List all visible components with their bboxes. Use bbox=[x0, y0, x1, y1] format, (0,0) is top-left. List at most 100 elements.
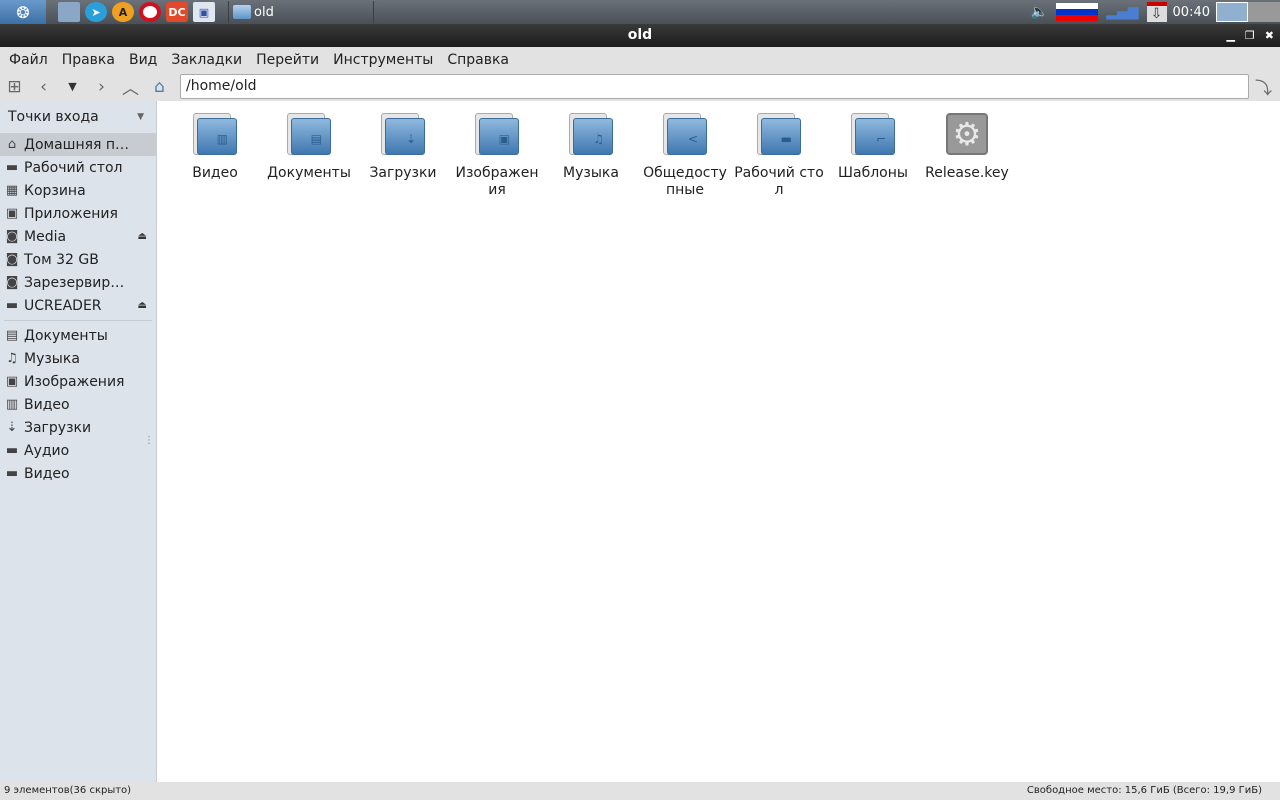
sidebar-item-label: Аудио bbox=[24, 442, 70, 459]
sidebar-item-label: Корзина bbox=[24, 182, 86, 199]
history-dropdown-icon[interactable]: ▼ bbox=[58, 80, 87, 93]
sidebar-item[interactable]: ▬ UCREADER ⏏ bbox=[0, 294, 156, 317]
place-icon: ◙ bbox=[5, 252, 19, 267]
sidebar-item-label: Документы bbox=[24, 327, 108, 344]
sidebar-item[interactable]: ◙ Том 32 GB bbox=[0, 248, 156, 271]
place-icon: ▥ bbox=[5, 397, 19, 412]
clock[interactable]: 00:40 bbox=[1173, 5, 1210, 20]
menu-edit[interactable]: Правка bbox=[55, 52, 122, 68]
up-icon[interactable]: ︿ bbox=[116, 74, 145, 99]
aimp-launcher-icon[interactable]: A bbox=[112, 2, 134, 22]
file-item[interactable]: ▥ Видео bbox=[168, 110, 262, 199]
file-item[interactable]: < Общедоступные bbox=[638, 110, 732, 199]
close-icon[interactable]: ✖ bbox=[1265, 24, 1274, 47]
minimize-icon[interactable]: ▁ bbox=[1226, 24, 1234, 47]
sidebar-item-label: Видео bbox=[24, 396, 70, 413]
status-bar: 9 элементов(36 скрыто) Свободное место: … bbox=[0, 782, 1280, 800]
file-item[interactable]: ▣ Изображения bbox=[450, 110, 544, 199]
menu-view[interactable]: Вид bbox=[122, 52, 164, 68]
file-item[interactable]: ▤ Документы bbox=[262, 110, 356, 199]
file-name: Шаблоны bbox=[838, 165, 908, 181]
dc-launcher-icon[interactable]: DC bbox=[166, 2, 188, 22]
folder-icon: ▣ bbox=[473, 110, 521, 158]
eject-icon[interactable]: ⏏ bbox=[138, 300, 147, 311]
place-icon: ▣ bbox=[5, 206, 19, 221]
sidebar-item[interactable]: ◙ Media ⏏ bbox=[0, 225, 156, 248]
folder-icon: ▬ bbox=[755, 110, 803, 158]
resize-handle[interactable]: ⋮ bbox=[144, 435, 154, 446]
menu-bookmarks[interactable]: Закладки bbox=[164, 52, 249, 68]
file-item[interactable]: ⇣ Загрузки bbox=[356, 110, 450, 199]
file-item[interactable]: ♫ Музыка bbox=[544, 110, 638, 199]
folder-icon: < bbox=[661, 110, 709, 158]
sidebar-item-label: Том 32 GB bbox=[24, 251, 99, 268]
maximize-icon[interactable]: ❐ bbox=[1245, 24, 1255, 47]
sidebar-item[interactable]: ♫ Музыка bbox=[0, 347, 156, 370]
start-menu-button[interactable]: ❂ bbox=[0, 0, 46, 24]
taskbar-window-old[interactable]: old bbox=[228, 1, 374, 23]
place-icon: ▬ bbox=[5, 160, 19, 175]
forward-icon[interactable]: › bbox=[87, 77, 116, 97]
sidebar-item-label: Приложения bbox=[24, 205, 118, 222]
sidebar-item[interactable]: ▬ Рабочий стол bbox=[0, 156, 156, 179]
window-title: old bbox=[627, 27, 653, 43]
menu-bar: Файл Правка Вид Закладки Перейти Инструм… bbox=[0, 47, 1280, 72]
divider bbox=[4, 320, 152, 321]
workspace-1[interactable] bbox=[1216, 2, 1248, 22]
file-name: Release.key bbox=[925, 165, 1009, 181]
sidebar-item-label: Домашняя п… bbox=[24, 136, 130, 153]
file-name: Музыка bbox=[563, 165, 619, 181]
file-item[interactable]: ⚙ Release.key bbox=[920, 110, 1014, 199]
place-icon: ♫ bbox=[6, 351, 18, 366]
back-icon[interactable]: ‹ bbox=[29, 77, 58, 97]
volume-icon[interactable]: 🔈 bbox=[1031, 4, 1048, 20]
sidebar-item[interactable]: ▬ Аудио bbox=[0, 439, 156, 462]
save-launcher-icon[interactable]: ▣ bbox=[193, 2, 215, 22]
system-tray: 🔈 ▂▄▆ ⇩ 00:40 bbox=[1031, 0, 1280, 24]
sidebar-item-label: Media bbox=[24, 228, 67, 245]
eject-icon[interactable]: ⏏ bbox=[138, 231, 147, 242]
sidebar-item[interactable]: ▬ Видео bbox=[0, 462, 156, 485]
place-icon: ▣ bbox=[5, 374, 19, 389]
chevron-down-icon[interactable]: ▼ bbox=[137, 112, 144, 122]
sidebar-item[interactable]: ▣ Изображения bbox=[0, 370, 156, 393]
opera-launcher-icon[interactable] bbox=[139, 2, 161, 22]
place-icon: ▦ bbox=[5, 183, 19, 198]
sidebar-item[interactable]: ◙ Зарезервир… bbox=[0, 271, 156, 294]
new-tab-icon[interactable]: ⊞ bbox=[0, 77, 29, 97]
folder-icon: ⌐ bbox=[849, 110, 897, 158]
file-name: Изображения bbox=[455, 165, 539, 198]
update-icon[interactable]: ⇩ bbox=[1146, 2, 1167, 22]
menu-help[interactable]: Справка bbox=[440, 52, 516, 68]
keyboard-layout-flag-icon[interactable] bbox=[1056, 3, 1099, 21]
place-icon: ⌂ bbox=[7, 137, 17, 152]
file-item[interactable]: ▬ Рабочий стол bbox=[732, 110, 826, 199]
workspace-2[interactable] bbox=[1248, 2, 1280, 22]
menu-tools[interactable]: Инструменты bbox=[326, 52, 440, 68]
network-signal-icon[interactable]: ▂▄▆ bbox=[1106, 4, 1138, 20]
file-item[interactable]: ⌐ Шаблоны bbox=[826, 110, 920, 199]
place-icon: ▤ bbox=[5, 328, 19, 343]
sidebar-item[interactable]: ▣ Приложения bbox=[0, 202, 156, 225]
sidebar-item-label: Музыка bbox=[24, 350, 80, 367]
file-name: Рабочий стол bbox=[734, 165, 824, 198]
go-icon[interactable]: ⤵ bbox=[1249, 74, 1278, 99]
window-titlebar[interactable]: old ▁ ❐ ✖ bbox=[0, 24, 1280, 47]
file-manager-launcher-icon[interactable] bbox=[58, 2, 80, 22]
sidebar-header[interactable]: Точки входа ▼ bbox=[0, 101, 156, 133]
telegram-launcher-icon[interactable]: ➤ bbox=[85, 2, 107, 22]
sidebar-item[interactable]: ⌂ Домашняя п… bbox=[0, 133, 156, 156]
sidebar-item[interactable]: ⇣ Загрузки bbox=[0, 416, 156, 439]
sidebar-item-label: UCREADER bbox=[24, 297, 102, 314]
sidebar-item[interactable]: ▤ Документы bbox=[0, 324, 156, 347]
file-view[interactable]: ▥ Видео ▤ Документы ⇣ Загрузки ▣ Изображения ♫ Му… bbox=[158, 101, 1280, 782]
sidebar-item[interactable]: ▥ Видео bbox=[0, 393, 156, 416]
file-name: Документы bbox=[267, 165, 351, 181]
folder-icon: ▤ bbox=[285, 110, 333, 158]
sidebar-item[interactable]: ▦ Корзина bbox=[0, 179, 156, 202]
home-icon[interactable]: ⌂ bbox=[145, 77, 174, 97]
sidebar: Точки входа ▼ ⌂ Домашняя п… ▬ Рабочий стол ▦ К… bbox=[0, 101, 157, 782]
path-input[interactable]: /home/old bbox=[180, 74, 1249, 99]
menu-file[interactable]: Файл bbox=[2, 52, 55, 68]
menu-go[interactable]: Перейти bbox=[249, 52, 326, 68]
